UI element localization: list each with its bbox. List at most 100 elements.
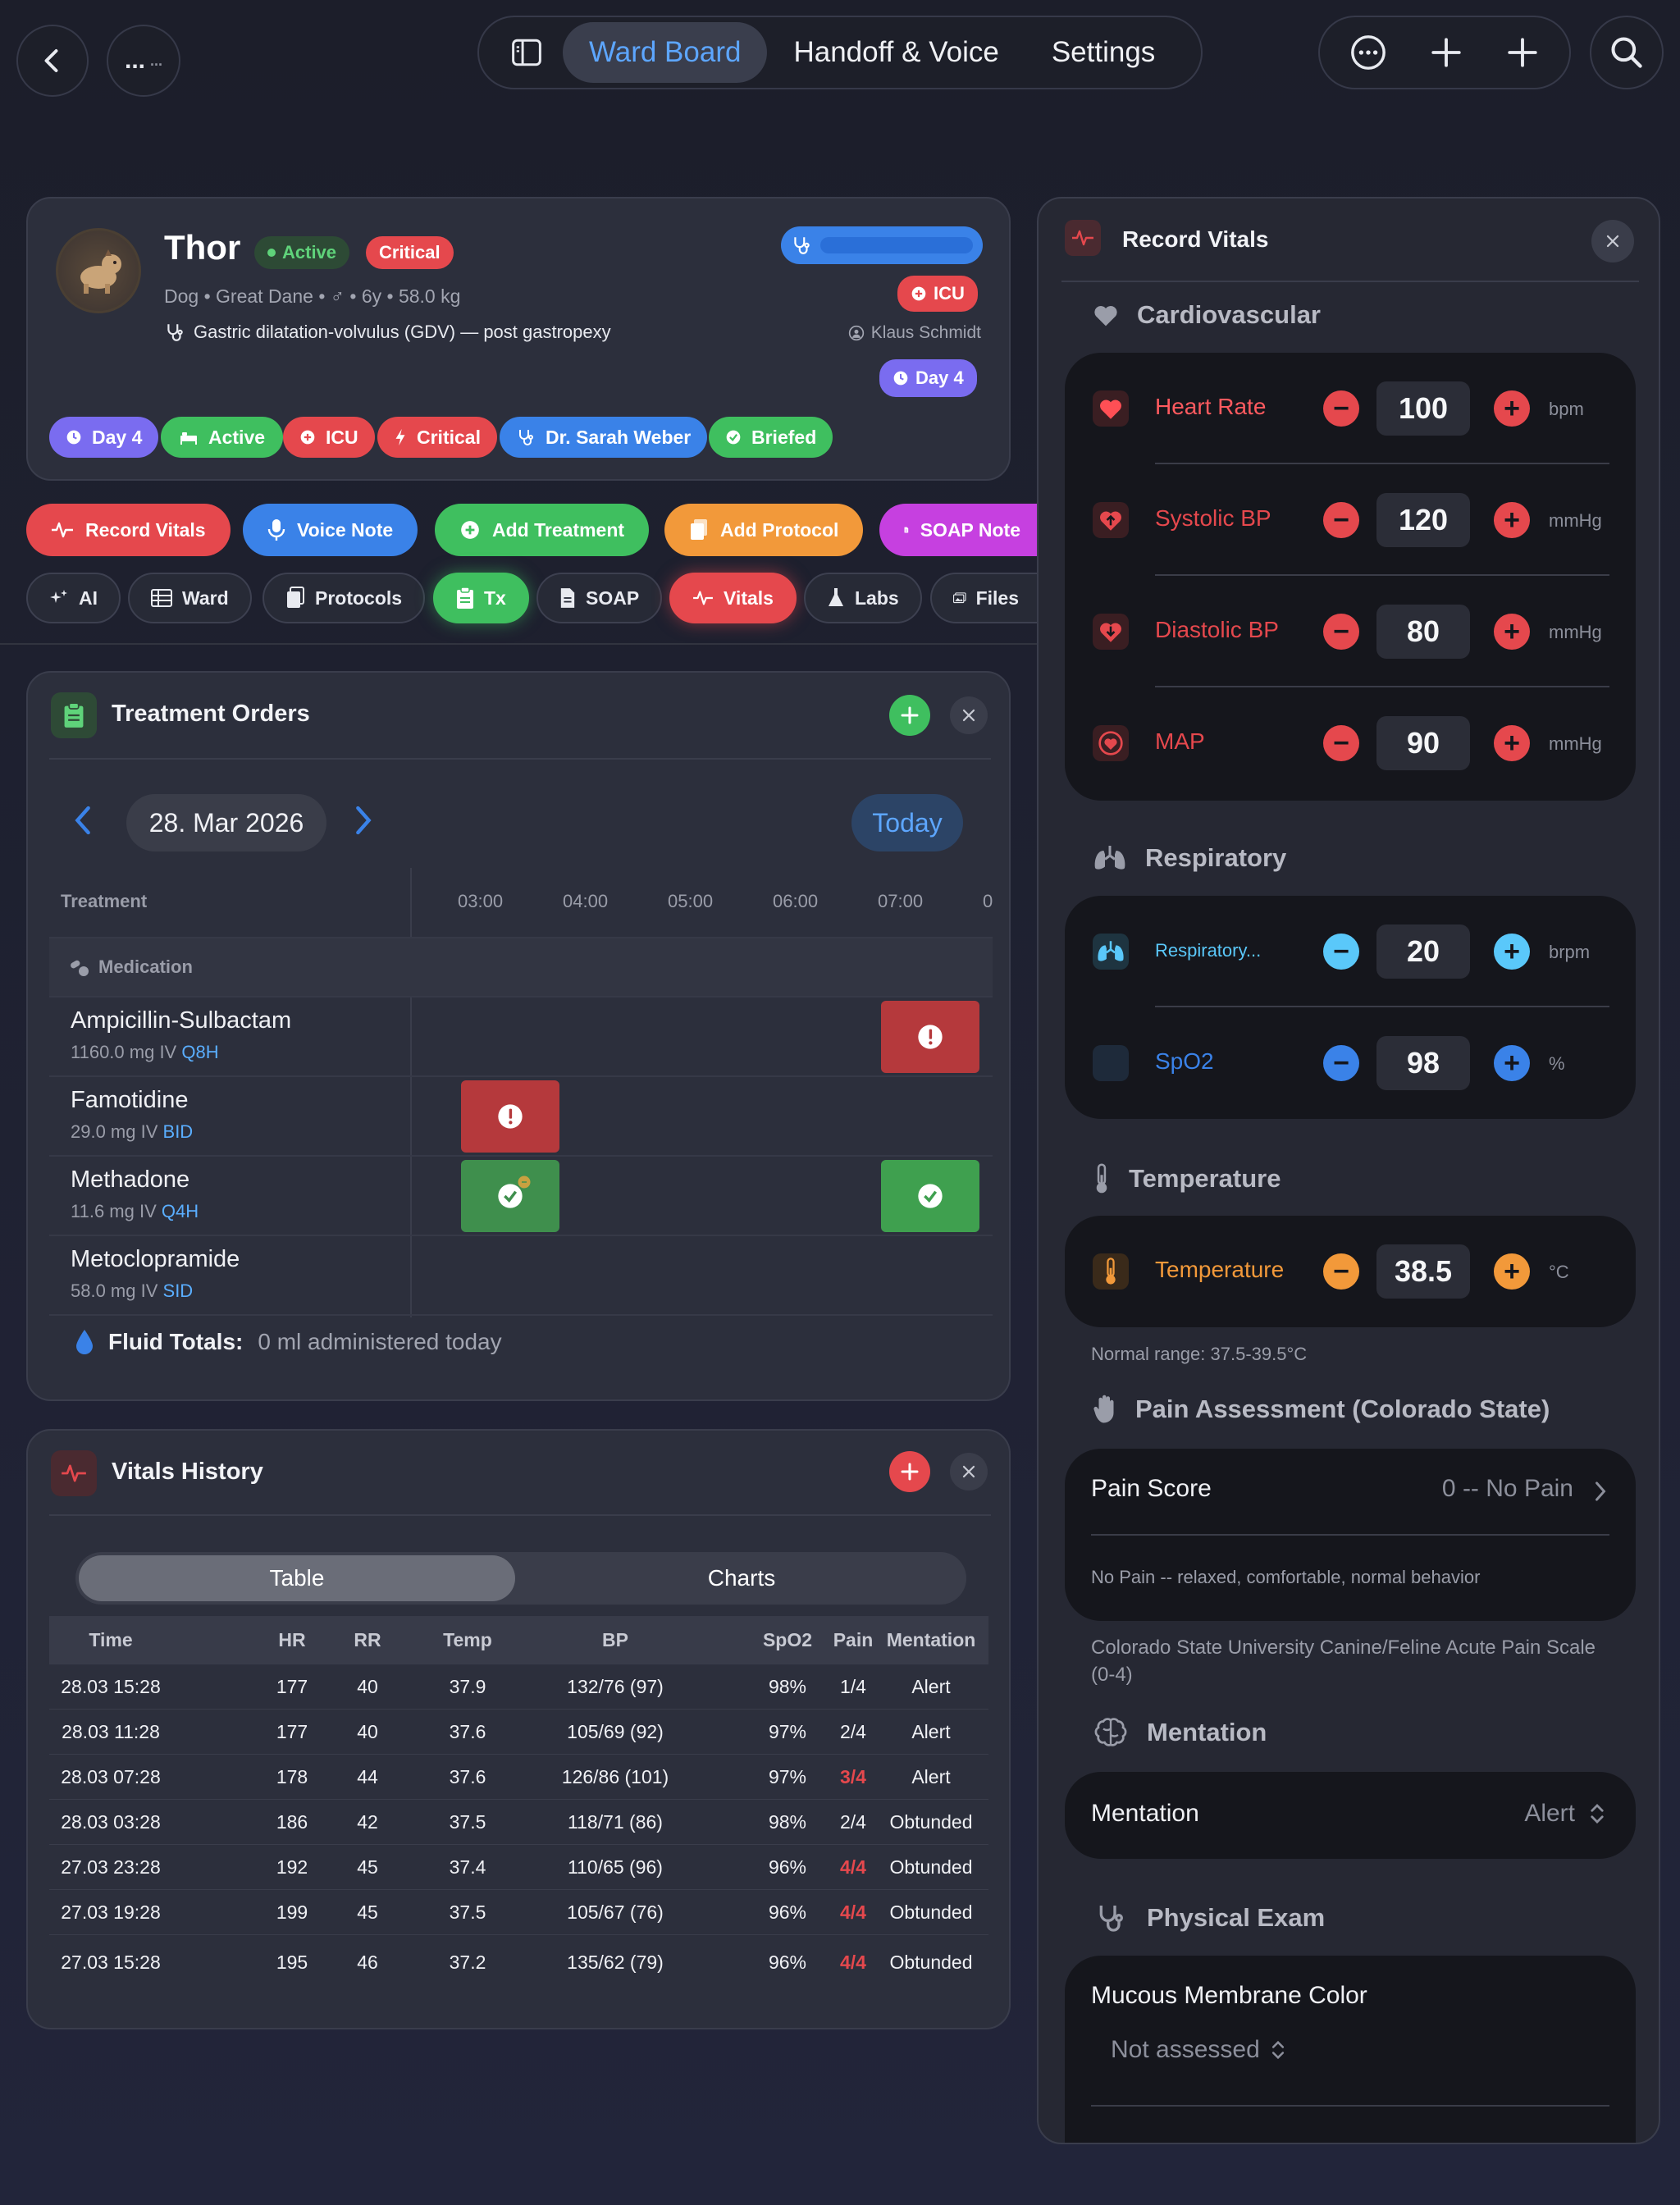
decrement-button[interactable]: − <box>1323 614 1359 650</box>
mucous-membrane-picker[interactable]: Not assessed <box>1111 2036 1286 2064</box>
vitals-history-title: Vitals History <box>112 1459 263 1485</box>
treatment-frequency: Q4H <box>161 1201 199 1221</box>
more-button[interactable]: ...... <box>107 25 180 97</box>
overdue-dose-cell[interactable] <box>461 1080 559 1153</box>
tab-labs[interactable]: Labs <box>804 573 922 623</box>
table-row[interactable]: 27.03 15:28 195 46 37.2 135/62 (79) 96% 4/4 Obt… <box>49 1934 988 1990</box>
table-row[interactable]: 27.03 19:28 199 45 37.5 105/67 (76) 96% 4/4 Obt… <box>49 1889 988 1934</box>
next-day-button[interactable] <box>351 804 376 841</box>
back-button[interactable] <box>16 25 89 97</box>
table-cell: 27.03 23:28 <box>61 1856 161 1878</box>
chip-doctor[interactable]: Dr. Sarah Weber <box>500 417 708 458</box>
temperature-input[interactable]: 38.5 <box>1376 1244 1470 1299</box>
cardiovascular-group: Heart Rate − 100 + bpm Systolic BP − 120… <box>1065 353 1636 801</box>
increment-button[interactable]: + <box>1494 614 1530 650</box>
respiratory-rate-input[interactable]: 20 <box>1376 924 1470 979</box>
segment-charts[interactable]: Charts <box>522 1555 961 1601</box>
table-row[interactable]: 28.03 15:28 177 40 37.9 132/76 (97) 98% 1/4 Ale… <box>49 1664 988 1709</box>
decrement-button[interactable]: − <box>1323 725 1359 761</box>
add-item-button[interactable] <box>1505 35 1540 70</box>
increment-button[interactable]: + <box>1494 725 1530 761</box>
add-vitals-button[interactable] <box>889 1451 930 1492</box>
treatment-frequency: Q8H <box>181 1042 219 1062</box>
segment-table[interactable]: Table <box>79 1555 515 1601</box>
plus-icon <box>1431 38 1461 67</box>
treatment-row[interactable]: Famotidine 29.0 mg IV BID <box>49 1075 993 1155</box>
vet-progress-pill[interactable] <box>781 226 983 264</box>
treatment-row[interactable]: Ampicillin-Sulbactam 1160.0 mg IV Q8H <box>49 996 993 1075</box>
close-record-vitals-button[interactable] <box>1591 220 1634 262</box>
chip-day[interactable]: Day 4 <box>49 417 159 458</box>
documents-icon <box>287 587 304 608</box>
table-row[interactable]: 28.03 11:28 177 40 37.6 105/69 (92) 97% 2/4 Ale… <box>49 1709 988 1754</box>
decrement-button[interactable]: − <box>1323 1045 1359 1081</box>
chevron-right-icon <box>356 806 372 835</box>
add-treatment-label: Add Treatment <box>492 518 625 541</box>
treatment-row[interactable]: Metoclopramide 58.0 mg IV SID <box>49 1235 993 1314</box>
chip-active[interactable]: Active <box>161 417 284 458</box>
add-protocol-button[interactable]: Add Protocol <box>664 504 864 556</box>
fluid-totals: Fluid Totals: 0 ml administered today <box>75 1329 502 1355</box>
overdue-dose-cell[interactable] <box>881 1001 979 1073</box>
treatment-dose-text: 1160.0 mg IV <box>71 1042 177 1062</box>
date-picker[interactable]: 28. Mar 2026 <box>126 794 326 851</box>
table-row[interactable]: 27.03 23:28 192 45 37.4 110/65 (96) 96% 4/4 Obt… <box>49 1844 988 1889</box>
chip-briefed[interactable]: Briefed <box>709 417 833 458</box>
chip-critical[interactable]: Critical <box>377 417 497 458</box>
close-treatment-button[interactable] <box>950 696 988 734</box>
add-treatment-order-button[interactable] <box>889 695 930 736</box>
location-badge-label: ICU <box>934 283 965 304</box>
voice-note-button[interactable]: Voice Note <box>243 504 418 556</box>
systolic-input[interactable]: 120 <box>1376 493 1470 547</box>
tab-handoff-voice[interactable]: Handoff & Voice <box>767 22 1025 83</box>
tab-settings[interactable]: Settings <box>1025 22 1181 83</box>
increment-button[interactable]: + <box>1494 390 1530 427</box>
table-row[interactable]: 28.03 03:28 186 42 37.5 118/71 (86) 98% 2/4 Obt… <box>49 1799 988 1844</box>
plus-icon <box>901 706 919 724</box>
tab-vitals[interactable]: Vitals <box>669 573 797 623</box>
prev-day-button[interactable] <box>71 804 95 841</box>
decrement-button[interactable]: − <box>1323 1253 1359 1290</box>
divider <box>1061 281 1639 282</box>
record-vitals-button[interactable]: Record Vitals <box>26 504 231 556</box>
patient-name: Thor <box>164 228 241 267</box>
group-row-medication: Medication <box>49 937 993 996</box>
heart-rate-input[interactable]: 100 <box>1376 381 1470 436</box>
today-button[interactable]: Today <box>851 794 963 851</box>
increment-button[interactable]: + <box>1494 502 1530 538</box>
table-row[interactable]: 28.03 07:28 178 44 37.6 126/86 (101) 97% 3/4 Al… <box>49 1754 988 1799</box>
treatment-row[interactable]: Methadone 11.6 mg IV Q4H <box>49 1155 993 1235</box>
close-vitals-button[interactable] <box>950 1453 988 1491</box>
given-dose-cell[interactable] <box>461 1160 559 1232</box>
tab-ward[interactable]: Ward <box>128 573 252 623</box>
spo2-input[interactable]: 98 <box>1376 1036 1470 1090</box>
chip-icu[interactable]: ICU <box>283 417 375 458</box>
tab-ai[interactable]: AI <box>26 573 121 623</box>
decrement-button[interactable]: − <box>1323 934 1359 970</box>
decrement-button[interactable]: − <box>1323 390 1359 427</box>
search-button[interactable] <box>1590 16 1664 89</box>
increment-button[interactable]: + <box>1494 1253 1530 1290</box>
mentation-picker[interactable]: Mentation Alert <box>1065 1772 1636 1859</box>
tab-tx[interactable]: Tx <box>433 573 529 623</box>
tab-soap[interactable]: SOAP <box>536 573 663 623</box>
given-dose-cell[interactable] <box>881 1160 979 1232</box>
increment-button[interactable]: + <box>1494 1045 1530 1081</box>
add-patient-button[interactable] <box>1429 35 1463 70</box>
increment-button[interactable]: + <box>1494 934 1530 970</box>
pills-icon <box>71 960 89 976</box>
tab-files[interactable]: Files <box>930 573 1040 623</box>
add-treatment-button[interactable]: Add Treatment <box>435 504 650 556</box>
more-options-button[interactable] <box>1349 34 1387 71</box>
soap-note-button[interactable]: SOAP Note <box>879 504 1040 556</box>
diastolic-input[interactable]: 80 <box>1376 605 1470 659</box>
pain-score-picker[interactable]: Pain Score 0 -- No Pain <box>1065 1449 1636 1536</box>
status-badge-label: Active <box>282 242 337 262</box>
decrement-button[interactable]: − <box>1323 502 1359 538</box>
map-input[interactable]: 90 <box>1376 716 1470 770</box>
tab-ward-board[interactable]: Ward Board <box>563 22 768 83</box>
vital-row-heart-rate: Heart Rate − 100 + bpm <box>1065 353 1636 464</box>
hour-0600: 06:00 <box>773 891 819 911</box>
tab-protocols[interactable]: Protocols <box>262 573 426 623</box>
sidebar-toggle-button[interactable] <box>479 22 563 83</box>
